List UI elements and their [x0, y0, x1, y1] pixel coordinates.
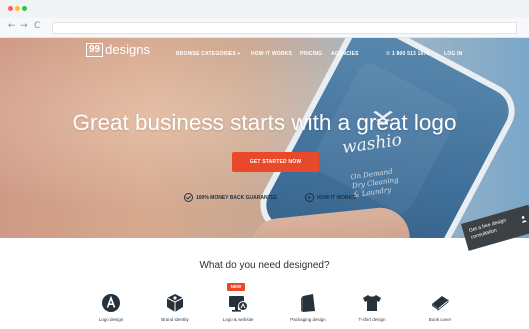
reload-icon[interactable]: C [34, 21, 40, 31]
section-title: What do you need designed? [199, 260, 330, 271]
category-packaging-design[interactable]: Packaging design [278, 293, 338, 322]
logo-design-icon [102, 294, 120, 312]
site-logo[interactable]: 99 designs [86, 43, 150, 57]
nav-browse-categories[interactable]: BROWSE CATEGORIES ▾ [176, 51, 240, 57]
arrow-left-icon[interactable]: ← [8, 21, 16, 31]
guarantee-label: 100% MONEY BACK GUARANTEE [196, 194, 278, 201]
new-badge: NEW [227, 283, 245, 291]
get-started-button[interactable]: GET STARTED NOW [232, 152, 319, 172]
category-label: Book cover [428, 317, 452, 322]
category-label: Brand identity [161, 317, 189, 322]
maximize-window-icon[interactable] [22, 6, 27, 11]
checkmark-circle-icon [184, 193, 193, 202]
nav-how-it-works[interactable]: HOW IT WORKS [251, 51, 292, 57]
category-brand-identity[interactable]: Brand identity [145, 293, 205, 322]
book-cover-icon [432, 296, 449, 311]
close-window-icon[interactable] [8, 6, 13, 11]
nav-agencies[interactable]: AGENCIES [331, 51, 359, 57]
category-logo-design[interactable]: Logo design [81, 293, 141, 322]
category-label: T-shirt design [358, 317, 386, 322]
nav-phone[interactable]: ✆ 1 800 513 1678 [386, 51, 430, 57]
arrow-right-icon[interactable]: → [20, 21, 28, 31]
category-label: Packaging design [290, 317, 326, 322]
category-tshirt-design[interactable]: T-shirt design [342, 293, 402, 322]
nav-label: BROWSE CATEGORIES [176, 51, 236, 57]
category-label: Logo & website [222, 317, 254, 322]
category-label: Logo design [98, 317, 124, 322]
play-circle-icon [305, 193, 314, 202]
hero-banner: washio On Demand Dry Cleaning & Laundry [0, 38, 529, 238]
logo-mark: 99 [86, 43, 104, 57]
category-book-cover[interactable]: Book cover [410, 293, 470, 322]
brand-identity-icon [166, 294, 184, 312]
nav-pricing[interactable]: PRICING [300, 51, 322, 57]
minimize-window-icon[interactable] [15, 6, 20, 11]
how-it-works-label: HOW IT WORKS [317, 194, 356, 201]
caret-down-icon: ▾ [237, 51, 241, 57]
logo-website-icon [229, 296, 248, 312]
browser-toolbar: ← → C [0, 18, 529, 38]
browser-title-bar [0, 0, 529, 18]
tshirt-design-icon [363, 295, 381, 311]
packaging-design-icon [301, 294, 315, 312]
how-it-works-link[interactable]: HOW IT WORKS [305, 193, 356, 202]
address-bar[interactable] [52, 22, 517, 34]
nav-log-in[interactable]: LOG IN [444, 51, 462, 57]
hero-headline: Great business starts with a great logo [72, 110, 457, 135]
category-logo-website[interactable]: Logo & website [208, 293, 268, 322]
phone-number: 1 800 513 1678 [391, 51, 430, 57]
money-back-guarantee-link[interactable]: 100% MONEY BACK GUARANTEE [184, 193, 277, 202]
phone-icon: ✆ [386, 51, 391, 57]
logo-word: designs [105, 42, 150, 57]
